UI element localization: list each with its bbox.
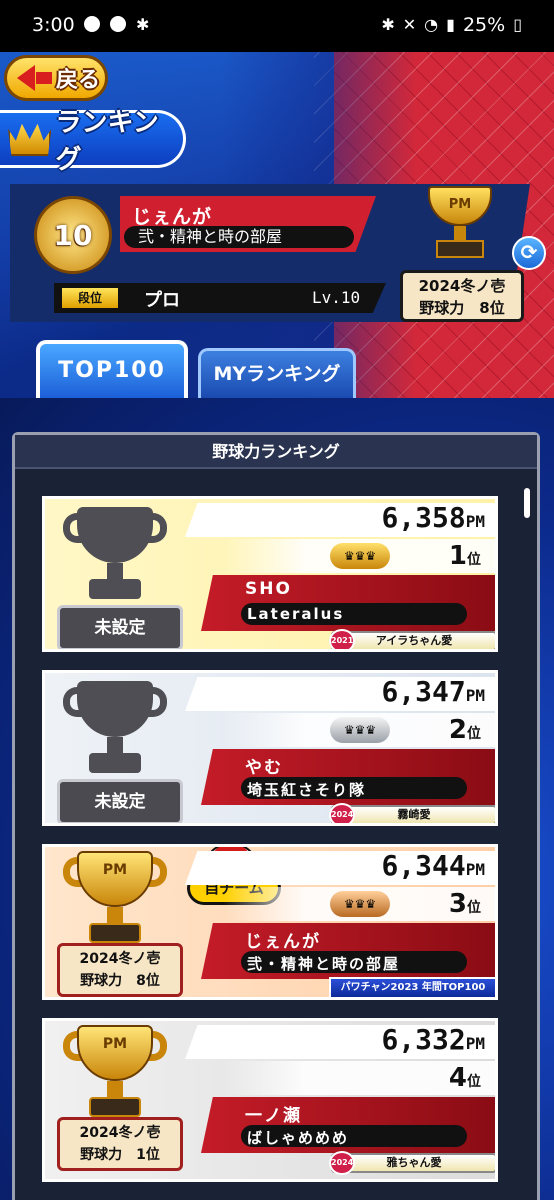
season-ranking-box: 2024冬ノ壱 野球力 1位 (57, 1117, 183, 1171)
rank-position: 1位 (448, 541, 481, 571)
dan-value: プロ (144, 290, 180, 311)
score-value: 6,344PM (381, 849, 485, 882)
wifi-icon: ◔ (424, 15, 439, 34)
player-title: アイラちゃん愛 (331, 631, 495, 649)
player-name: SHO (245, 579, 292, 599)
title-unset-label: 未設定 (57, 779, 183, 823)
back-arrow-icon (17, 65, 35, 91)
rank-position: 3位 (448, 889, 481, 919)
page-title: ランキング (0, 108, 186, 175)
trophy-icon (63, 681, 167, 777)
year-badge: 2024 (329, 1151, 355, 1175)
gold-crown-icon: ♛♛♛ (330, 543, 390, 569)
trophy-icon: PM (418, 186, 502, 260)
silver-crown-icon: ♛♛♛ (330, 717, 390, 743)
battery-icon: ▯ (513, 15, 522, 34)
rank-position: 2位 (448, 715, 481, 745)
profile-card: 10 じぇんが 弐・精神と時の部屋 PM ⟳ 段位 プロ Lv.10 2024冬… (0, 184, 554, 334)
player-title: 雅ちゃん愛 (331, 1153, 495, 1173)
player-name: やむ (245, 758, 283, 778)
rank-position: 4位 (448, 1063, 481, 1093)
bluetooth-icon: ✱ (136, 15, 150, 34)
crown-icon (8, 123, 52, 156)
panel-title: 野球力ランキング (15, 435, 537, 469)
tab-my-ranking[interactable]: MYランキング (198, 348, 356, 398)
year-badge: 2024 (329, 803, 355, 823)
player-team: 弐・精神と時の部屋 (247, 955, 401, 973)
tab-bar: TOP100 MYランキング (0, 340, 554, 398)
signal-icon: ▮ (446, 15, 455, 34)
profile-name: じぇんが (132, 206, 213, 228)
battery-percent: 25% (462, 14, 506, 36)
refresh-button[interactable]: ⟳ (512, 236, 546, 270)
ranking-row[interactable]: 未設定 6,347PM ♛♛♛ 2位 やむ 埼玉紅さそり隊 霧崎愛 2024 (42, 670, 498, 826)
season-ranking-box: 2024冬ノ壱 野球力 8位 (57, 943, 183, 997)
scrollbar[interactable] (524, 488, 530, 518)
year-badge: 2021 (329, 629, 355, 649)
trophy-icon: PM (63, 851, 167, 947)
app-notification-icon (110, 16, 126, 32)
rank-emblem: 10 (34, 196, 112, 274)
score-value: 6,332PM (381, 1023, 485, 1056)
profile-team: 弐・精神と時の部屋 (124, 226, 354, 248)
score-value: 6,358PM (381, 501, 485, 534)
dnd-icon (84, 16, 100, 32)
player-name: 一ノ瀬 (245, 1106, 302, 1126)
trophy-icon (63, 507, 167, 603)
back-label: 戻る (56, 68, 101, 93)
level-value: Lv.10 (312, 288, 361, 307)
status-bar: 3:00 ✱ ✱ ✕ ◔ ▮ 25% ▯ (0, 0, 554, 52)
dan-label: 段位 (62, 288, 118, 308)
ranking-row[interactable]: PM 2024冬ノ壱 野球力 1位 6,332PM 4位 一ノ瀬 ばしゃめめめ … (42, 1018, 498, 1182)
player-name: じぇんが (245, 932, 321, 952)
back-button[interactable]: 戻る (4, 55, 108, 101)
player-team: Lateralus (247, 605, 345, 623)
ranking-row[interactable]: 未設定 6,358PM ♛♛♛ 1位 SHO Lateralus アイラちゃん愛… (42, 496, 498, 652)
title-unset-label: 未設定 (57, 605, 183, 649)
player-team: 埼玉紅さそり隊 (247, 781, 367, 799)
score-value: 6,347PM (381, 675, 485, 708)
mute-icon: ✕ (402, 15, 417, 34)
ranking-row[interactable]: PM 2024冬ノ壱 野球力 8位 自チーム 6,344PM ♛♛♛ 3位 じぇ… (42, 844, 498, 1000)
season-ranking-box: 2024冬ノ壱 野球力 8位 (400, 270, 524, 322)
bluetooth-icon: ✱ (381, 15, 395, 34)
player-title: 霧崎愛 (331, 805, 495, 823)
player-title: パワチャン2023 年間TOP100 (329, 977, 495, 997)
tab-top100[interactable]: TOP100 (36, 340, 188, 398)
status-time: 3:00 (32, 14, 75, 36)
bronze-crown-icon: ♛♛♛ (330, 891, 390, 917)
trophy-icon: PM (63, 1025, 167, 1121)
player-team: ばしゃめめめ (247, 1129, 350, 1147)
